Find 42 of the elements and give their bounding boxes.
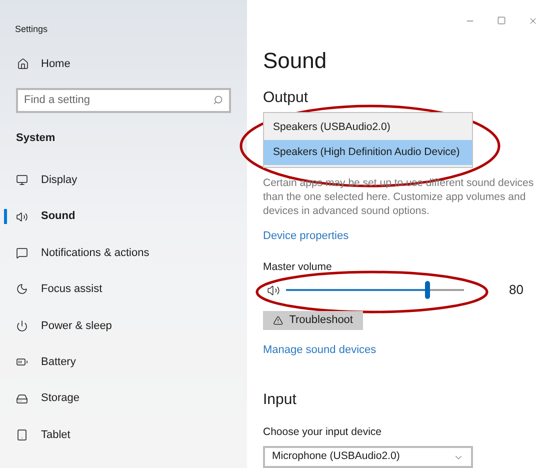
- input-device-dropdown[interactable]: Microphone (USBAudio2.0): [263, 446, 473, 468]
- section-heading: Output: [263, 88, 310, 108]
- page-title: Sound: [263, 48, 328, 74]
- device-option[interactable]: Speakers (High Definition Audio Device): [264, 140, 472, 166]
- volume-reading: 80: [509, 281, 524, 300]
- nav-item[interactable]: Storage: [0, 380, 247, 417]
- section-heading: Input: [263, 390, 298, 410]
- nav-item[interactable]: Focus assist: [0, 271, 247, 308]
- speech-bubble-icon: [16, 246, 28, 259]
- device-list[interactable]: Speakers (USBAudio2.0) Speakers (High Definition Audio Device): [263, 112, 473, 168]
- selection-indicator: [4, 209, 7, 224]
- window-title: Settings: [15, 24, 48, 34]
- volume-label: Master volume: [263, 260, 333, 275]
- battery-icon: [16, 356, 28, 368]
- device-option[interactable]: Speakers (USBAudio2.0): [264, 115, 472, 140]
- monitor-icon: [16, 174, 28, 186]
- manage-devices-link[interactable]: Manage sound devices: [263, 342, 548, 359]
- moon-icon: [16, 283, 28, 296]
- device-properties-link[interactable]: Device properties: [263, 228, 548, 245]
- nav-item[interactable]: Power & sleep: [0, 308, 247, 344]
- home-link[interactable]: Home: [0, 52, 247, 76]
- warning-icon: [273, 315, 284, 326]
- nav-item[interactable]: Battery: [0, 344, 247, 380]
- search-icon: [213, 95, 223, 105]
- speaker-icon: [16, 210, 28, 223]
- drive-icon: [16, 392, 28, 405]
- nav-item[interactable]: Display: [0, 162, 247, 198]
- tablet-icon: [16, 428, 28, 441]
- nav-item[interactable]: Tablet: [0, 416, 247, 454]
- nav-item[interactable]: Sound: [0, 198, 247, 235]
- power-icon: [16, 320, 28, 332]
- slider-thumb[interactable]: [425, 281, 430, 300]
- home-icon: [17, 58, 29, 70]
- volume-slider[interactable]: [286, 281, 464, 300]
- troubleshoot-button[interactable]: Troubleshoot: [263, 310, 363, 330]
- section-heading: System: [15, 130, 56, 146]
- search-field[interactable]: Find a setting: [16, 88, 231, 112]
- nav-item[interactable]: Notifications & actions: [0, 234, 247, 272]
- speaker-icon: [267, 284, 280, 297]
- maximize-icon[interactable]: [497, 16, 506, 25]
- close-icon[interactable]: [528, 16, 538, 26]
- input-label: Choose your input device: [263, 425, 382, 440]
